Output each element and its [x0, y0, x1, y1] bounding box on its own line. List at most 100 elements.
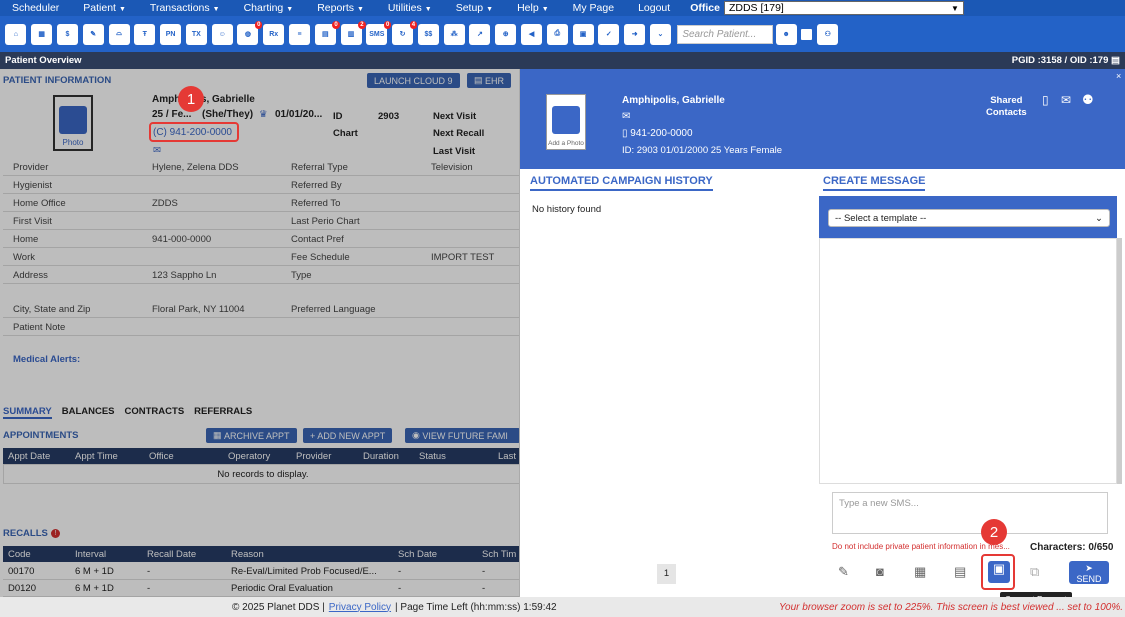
- menu-label: Scheduler: [12, 2, 60, 14]
- caret-down-icon: ▼: [212, 6, 220, 13]
- contacts-label: Contacts: [986, 107, 1027, 118]
- tooth-icon[interactable]: ⌓: [108, 23, 130, 45]
- chat-icon[interactable]: ▤ 0: [314, 20, 340, 45]
- notes-icon[interactable]: ✎: [838, 564, 849, 580]
- menu-label: Setup: [455, 2, 484, 14]
- mobile-icon[interactable]: ▯: [1042, 93, 1049, 107]
- patient-add-icon[interactable]: ☺: [211, 23, 233, 45]
- edit-icon[interactable]: ✎: [82, 23, 104, 45]
- close-icon[interactable]: ×: [1116, 71, 1121, 81]
- office-select[interactable]: ZDDS [179] ▼: [723, 1, 964, 15]
- network-icon[interactable]: ⁂: [443, 23, 465, 45]
- avatar-icon: [552, 106, 580, 134]
- chevron-down-icon: ⌄: [1095, 213, 1103, 224]
- drawer-patient-name: Amphipolis, Gabrielle: [622, 95, 725, 106]
- page-ids: PGID :3158 / OID :179 ▤: [1012, 55, 1120, 66]
- menu-label: Utilities: [387, 2, 422, 14]
- globe-alt-icon[interactable]: ⊕: [495, 23, 517, 45]
- annotation-highlight-phone: [149, 122, 239, 142]
- menu-my-page[interactable]: My Page: [561, 2, 626, 14]
- email-icon[interactable]: ✉: [1061, 93, 1071, 107]
- menu-logout[interactable]: Logout: [626, 2, 682, 14]
- menu-scheduler[interactable]: Scheduler: [0, 2, 71, 14]
- calendar-icon[interactable]: ▦: [31, 23, 53, 45]
- implant-icon[interactable]: Ŧ: [134, 23, 156, 45]
- copy-icon[interactable]: ⧉: [1030, 564, 1039, 580]
- sms-drawer: Add a Photo Amphipolis, Gabrielle ✉ ▯ 94…: [519, 69, 1125, 607]
- caret-down-icon: ▼: [951, 3, 959, 13]
- page-time-left: | Page Time Left (hh:mm:ss) 1:59:42: [395, 601, 557, 613]
- badge: 4: [409, 20, 418, 29]
- add-photo-button[interactable]: Add a Photo: [546, 94, 586, 150]
- dollar-icon[interactable]: $: [56, 23, 78, 45]
- calendar-icon[interactable]: ▦: [914, 564, 926, 580]
- document-icon[interactable]: ▥ 2: [340, 20, 366, 45]
- home-icon[interactable]: ⌂: [5, 23, 27, 45]
- scrollbar[interactable]: [1117, 238, 1122, 484]
- modal-overlay[interactable]: [0, 69, 519, 597]
- caret-down-icon: ▼: [486, 6, 494, 13]
- message-icon[interactable]: ≡: [288, 23, 310, 45]
- shared-contacts-link[interactable]: Shared Contacts: [986, 95, 1027, 119]
- sms-label: SMS: [369, 30, 385, 38]
- tx-icon[interactable]: TX: [185, 23, 207, 45]
- chart-icon[interactable]: ↗: [469, 23, 491, 45]
- menu-patient[interactable]: Patient ▼: [71, 2, 138, 14]
- character-count: Characters: 0/650: [1030, 542, 1114, 553]
- privacy-policy-link[interactable]: Privacy Policy: [329, 602, 391, 613]
- globe-icon[interactable]: ◍ 0: [237, 20, 263, 45]
- sms-icon[interactable]: SMS 0: [366, 20, 392, 45]
- patient-search-icon[interactable]: ☻: [775, 23, 797, 45]
- checkbox-icon[interactable]: [801, 28, 813, 40]
- pagination-page[interactable]: 1: [657, 564, 676, 584]
- zoom-warning: Your browser zoom is set to 225%. This s…: [778, 601, 1123, 613]
- drawer-id-line: ID: 2903 01/01/2000 25 Years Female: [622, 145, 783, 156]
- print-alt-icon[interactable]: ▣: [572, 23, 594, 45]
- annotation-highlight-consent: [981, 554, 1015, 590]
- refresh-icon[interactable]: ↻ 4: [392, 20, 418, 45]
- print-icon[interactable]: ⎙: [546, 23, 568, 45]
- send-label: SEND: [1076, 574, 1102, 584]
- megaphone-icon[interactable]: ◀: [521, 23, 543, 45]
- email-icon[interactable]: ✉: [622, 111, 630, 122]
- document-icon[interactable]: ▤: [1111, 55, 1120, 66]
- menu-reports[interactable]: Reports ▼: [305, 2, 376, 14]
- caret-down-icon: ▼: [424, 6, 432, 13]
- send-button[interactable]: ➤ SEND: [1069, 561, 1109, 584]
- caret-down-icon: ▼: [118, 6, 126, 13]
- menu-setup[interactable]: Setup ▼: [444, 2, 505, 14]
- menu-label: Patient: [83, 2, 116, 14]
- privacy-warning: Do not include private patient informati…: [832, 542, 1010, 551]
- pn-icon[interactable]: PN: [160, 23, 182, 45]
- shield-check-icon[interactable]: ✓: [598, 23, 620, 45]
- menu-transactions[interactable]: Transactions ▼: [138, 2, 232, 14]
- copyright: © 2025 Planet DDS |: [232, 601, 325, 613]
- send-icon: ➤: [1085, 563, 1093, 573]
- family-icon[interactable]: ⚉: [1082, 92, 1094, 108]
- shared-label: Shared: [990, 95, 1023, 106]
- rx-icon[interactable]: Rx: [263, 23, 285, 45]
- camera-icon[interactable]: ◙: [876, 564, 884, 579]
- caret-down-icon: ▼: [356, 6, 364, 13]
- phone-value: 941-200-0000: [630, 128, 693, 139]
- template-select[interactable]: -- Select a template -- ⌄: [828, 209, 1110, 227]
- menu-help[interactable]: Help ▼: [505, 2, 561, 14]
- search-patient-input[interactable]: Search Patient...: [677, 24, 774, 44]
- page-title: Patient Overview: [5, 55, 82, 66]
- caret-down-icon: ▼: [541, 6, 549, 13]
- group-search-icon[interactable]: ⚇: [817, 23, 839, 45]
- menu-label: Logout: [638, 2, 671, 14]
- sms-textarea[interactable]: Type a new SMS...: [832, 492, 1108, 534]
- annotation-marker-2: 2: [981, 519, 1007, 545]
- chevrons-down-icon[interactable]: ⌄: [649, 23, 671, 45]
- shield-arrow-icon[interactable]: ➜: [624, 23, 646, 45]
- no-history-text: No history found: [532, 204, 602, 215]
- add-photo-label: Add a Photo: [548, 140, 584, 147]
- id-card-icon[interactable]: ▤: [954, 564, 966, 580]
- ss-icon[interactable]: $$: [417, 23, 439, 45]
- menu-label: Reports: [317, 2, 354, 14]
- create-message-title: CREATE MESSAGE: [823, 175, 926, 191]
- menu-charting[interactable]: Charting ▼: [232, 2, 306, 14]
- menu-utilities[interactable]: Utilities ▼: [376, 2, 444, 14]
- drawer-phone: ▯ 941-200-0000: [622, 128, 693, 139]
